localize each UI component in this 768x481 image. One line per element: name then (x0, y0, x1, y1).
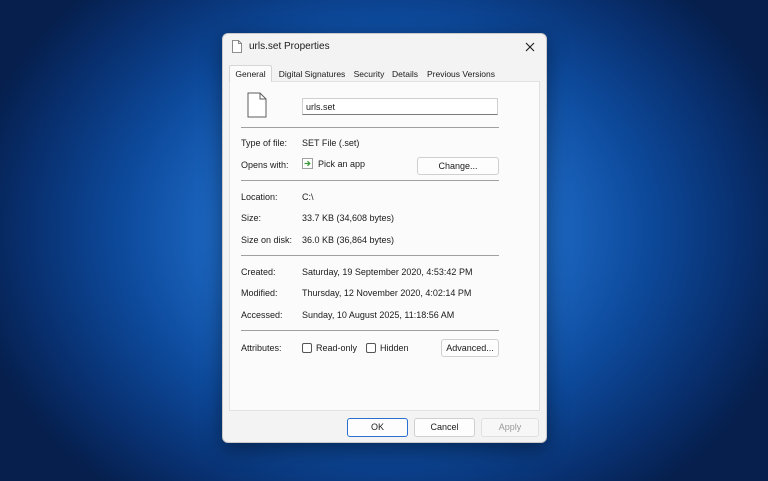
opens-with-label: Opens with: (241, 160, 289, 170)
attributes-label: Attributes: (241, 343, 282, 353)
modified-label: Modified: (241, 288, 278, 298)
accessed-label: Accessed: (241, 310, 283, 320)
type-label: Type of file: (241, 138, 288, 148)
size-label: Size: (241, 213, 262, 223)
tab-digital-signatures[interactable]: Digital Signatures (273, 67, 351, 81)
general-panel: Type of file: SET File (.set) Opens with… (229, 81, 540, 411)
advanced-button[interactable]: Advanced... (441, 339, 499, 357)
size-value: 33.7 KB (34,608 bytes) (302, 213, 395, 223)
size-on-disk-value: 36.0 KB (36,864 bytes) (302, 235, 395, 245)
cancel-button[interactable]: Cancel (414, 418, 475, 437)
location-label: Location: (241, 192, 278, 202)
accessed-value: Sunday, 10 August 2025, 11:18:56 AM (302, 310, 455, 320)
separator (241, 180, 499, 181)
file-icon (232, 40, 242, 53)
separator (241, 255, 499, 256)
file-name-input[interactable] (302, 98, 498, 115)
type-value: SET File (.set) (302, 138, 360, 148)
tab-previous-versions[interactable]: Previous Versions (424, 67, 498, 81)
change-button[interactable]: Change... (417, 157, 499, 175)
readonly-checkbox[interactable] (302, 343, 312, 353)
tab-details[interactable]: Details (389, 67, 421, 81)
modified-value: Thursday, 12 November 2020, 4:02:14 PM (302, 288, 472, 298)
tab-security[interactable]: Security (352, 67, 386, 81)
separator (241, 330, 499, 331)
pick-app-icon (302, 158, 313, 169)
ok-button[interactable]: OK (347, 418, 408, 437)
title-bar[interactable]: urls.set Properties (223, 34, 546, 60)
opens-with-value: Pick an app (318, 159, 366, 169)
properties-dialog: urls.set Properties General Digital Sign… (222, 33, 547, 443)
apply-button[interactable]: Apply (481, 418, 539, 437)
created-label: Created: (241, 267, 276, 277)
location-value: C:\ (302, 192, 314, 202)
window-title: urls.set Properties (249, 41, 330, 52)
created-value: Saturday, 19 September 2020, 4:53:42 PM (302, 267, 473, 277)
tab-general[interactable]: General (229, 65, 272, 82)
close-icon[interactable] (522, 39, 538, 55)
hidden-checkbox[interactable] (366, 343, 376, 353)
hidden-label: Hidden (380, 343, 409, 353)
document-icon (247, 92, 267, 118)
readonly-label: Read-only (316, 343, 358, 353)
size-on-disk-label: Size on disk: (241, 235, 293, 245)
separator (241, 127, 499, 128)
